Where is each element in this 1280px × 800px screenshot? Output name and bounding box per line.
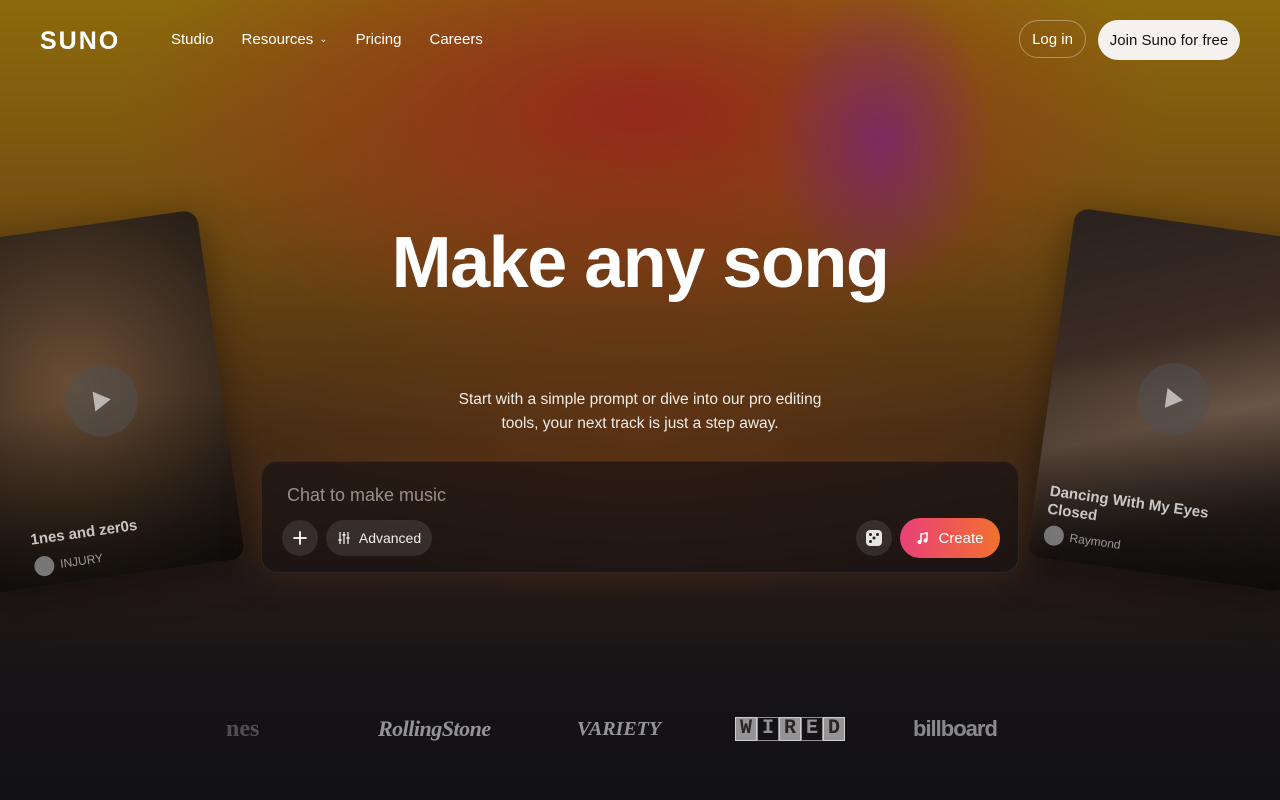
hero-subtitle-line: Start with a simple prompt or dive into … [458, 391, 822, 408]
join-free-button[interactable]: Join Suno for free [1098, 20, 1240, 60]
create-button[interactable]: Create [900, 518, 1000, 558]
press-logo-times: nes [226, 715, 260, 742]
wired-letter: R [779, 717, 801, 741]
press-logos: nes RollingStone VARIETY WIRED billboard [0, 712, 1280, 746]
nav-link-label: Pricing [355, 31, 402, 48]
plus-icon [293, 531, 307, 545]
advanced-button[interactable]: Advanced [326, 520, 432, 556]
avatar [1042, 524, 1066, 547]
music-note-icon [917, 532, 929, 544]
press-logo-variety: VARIETY [577, 717, 662, 740]
artist-name: Raymond [1068, 530, 1122, 552]
press-logo-billboard: billboard [913, 716, 998, 741]
create-label: Create [938, 529, 984, 547]
nav-link-resources[interactable]: Resources ⌄ [242, 31, 328, 48]
hero-subtitle-line: tools, your next track is just a step aw… [501, 415, 779, 432]
advanced-label: Advanced [358, 530, 422, 546]
nav-links: Studio Resources ⌄ Pricing Careers [171, 31, 511, 48]
add-button[interactable] [282, 520, 318, 556]
random-prompt-button[interactable] [856, 520, 892, 556]
nav-link-studio[interactable]: Studio [171, 31, 214, 48]
nav-link-label: Careers [429, 31, 483, 48]
prompt-box: Advanced Create [261, 461, 1019, 573]
wired-letter: W [735, 717, 757, 741]
nav-link-label: Resources [241, 31, 314, 48]
play-icon [92, 391, 111, 412]
dice-icon [866, 530, 882, 546]
press-logo-wired: WIRED [735, 712, 845, 746]
suno-logo[interactable]: SUNO [40, 27, 120, 56]
chevron-down-icon: ⌄ [319, 34, 328, 45]
chat-prompt-input[interactable] [285, 482, 889, 508]
login-button[interactable]: Log in [1019, 20, 1086, 58]
wired-letter: E [801, 717, 823, 741]
nav-link-label: Studio [171, 31, 214, 48]
sliders-icon [338, 532, 350, 544]
hero-title: Make any song [391, 223, 890, 303]
wired-letter: D [823, 717, 845, 741]
hero-subtitle: Start with a simple prompt or dive into … [440, 388, 840, 436]
nav-link-careers[interactable]: Careers [430, 31, 483, 48]
top-nav: SUNO Studio Resources ⌄ Pricing Careers L… [0, 0, 1280, 80]
wired-letter: I [757, 717, 779, 741]
nav-link-pricing[interactable]: Pricing [356, 31, 402, 48]
avatar [33, 554, 56, 578]
play-icon [1164, 388, 1183, 408]
artist-name: INJURY [59, 550, 104, 571]
press-logo-rolling-stone: RollingStone [378, 716, 491, 741]
